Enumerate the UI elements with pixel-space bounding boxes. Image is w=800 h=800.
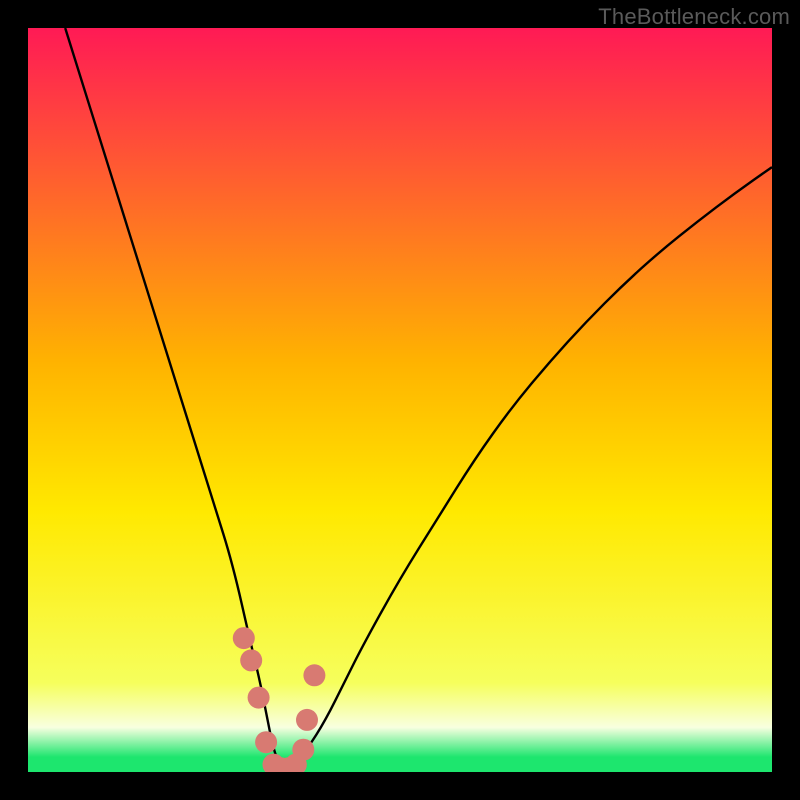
chart-svg	[28, 28, 772, 772]
marker-dot	[292, 739, 314, 761]
gradient-background	[28, 28, 772, 772]
chart-frame: TheBottleneck.com	[0, 0, 800, 800]
marker-dot	[296, 709, 318, 731]
watermark-text: TheBottleneck.com	[598, 4, 790, 30]
marker-dot	[248, 687, 270, 709]
plot-area	[28, 28, 772, 772]
marker-dot	[233, 627, 255, 649]
marker-dot	[255, 731, 277, 753]
marker-dot	[240, 649, 262, 671]
marker-dot	[303, 664, 325, 686]
